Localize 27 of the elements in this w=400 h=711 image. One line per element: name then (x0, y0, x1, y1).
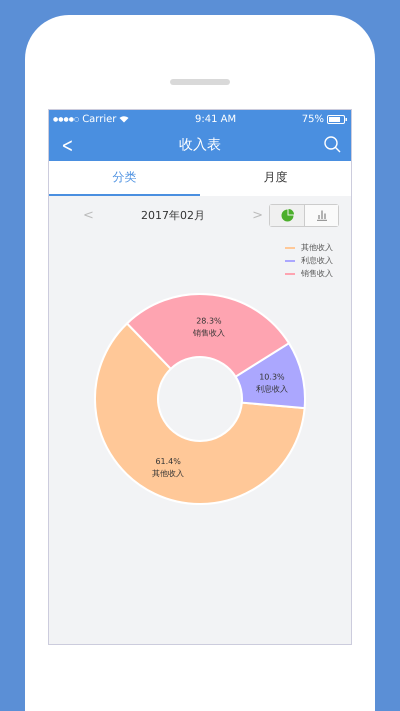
pie-chart-icon (280, 208, 294, 222)
page-title: 收入表 (178, 136, 221, 154)
back-button[interactable]: < (62, 132, 74, 156)
status-time: 9:41 AM (195, 114, 236, 124)
month-label: 2017年02月 (141, 208, 205, 222)
previous-month-button[interactable]: < (83, 208, 94, 222)
slice-value-label: 61.4% (155, 456, 181, 466)
next-month-button[interactable]: > (252, 208, 263, 222)
speaker-slot (170, 79, 230, 85)
battery-text: 75% (302, 114, 324, 124)
slice-value-label: 28.3% (196, 316, 222, 326)
tab[interactable]: 分类 (49, 161, 200, 196)
legend-label: 利息收入 (301, 255, 333, 266)
slice-category-label: 其他收入 (152, 468, 184, 478)
slice-category-label: 利息收入 (256, 384, 288, 394)
tab[interactable]: 月度 (200, 161, 351, 196)
wifi-icon (119, 115, 130, 123)
view-toggle-button[interactable] (304, 204, 338, 226)
carrier-text: Carrier (82, 114, 116, 124)
search-icon[interactable] (324, 136, 341, 153)
legend-label: 其他收入 (301, 242, 333, 253)
slice-category-label: 销售收入 (192, 328, 225, 338)
view-toggle-button[interactable] (270, 204, 304, 226)
slice-value-label: 10.3% (259, 372, 285, 382)
bar-chart-icon (316, 209, 328, 221)
legend-label: 销售收入 (301, 268, 333, 279)
battery-icon (326, 114, 347, 124)
